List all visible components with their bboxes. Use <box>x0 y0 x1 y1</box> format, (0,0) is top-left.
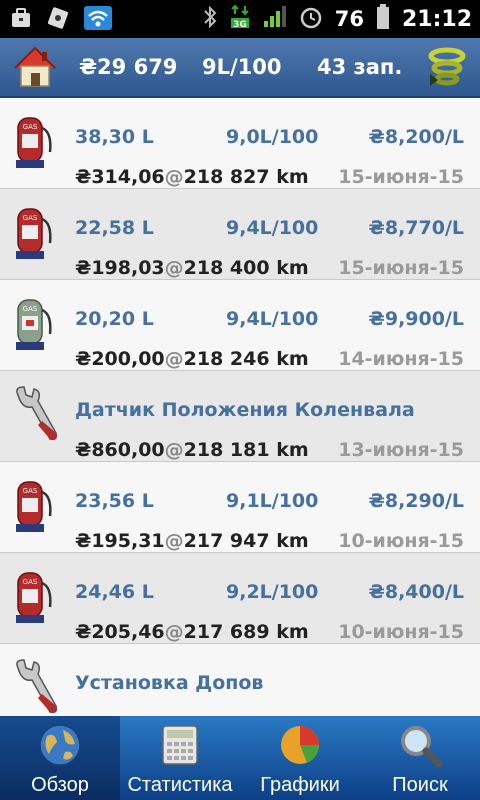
entry-odometer: 218 400 km <box>183 257 309 279</box>
clock: 21:12 <box>401 6 472 32</box>
entry-odometer: 218 246 km <box>183 348 309 370</box>
home-icon[interactable] <box>12 44 58 94</box>
entry-date: 10-июня-15 <box>338 530 464 552</box>
entry-cost: ₴314,06 <box>75 166 165 188</box>
entry-odometer: 218 181 km <box>183 439 309 461</box>
globe-icon <box>37 722 83 772</box>
entry-cost: ₴198,03 <box>75 257 165 279</box>
at-sign: @ <box>164 257 184 279</box>
fuel-consumption: 9,1L/100 <box>226 490 319 512</box>
entry-cost: ₴860,00 <box>75 439 165 461</box>
tab-statistics[interactable]: Статистика <box>120 716 240 800</box>
entry-cost-odometer: ₴205,46@217 689 km <box>75 621 309 643</box>
fuel-consumption: 9,0L/100 <box>226 126 319 148</box>
entry-date: 14-июня-15 <box>338 348 464 370</box>
fuel-entry[interactable]: GAS 23,56 L 9,1L/100 ₴8,290/L ₴195,31@21… <box>0 462 480 553</box>
at-sign: @ <box>164 439 184 461</box>
alarm-icon <box>299 5 323 33</box>
fuel-entry[interactable]: GAS 22,58 L 9,4L/100 ₴8,770/L ₴198,03@21… <box>0 189 480 280</box>
tab-label: Графики <box>260 774 340 796</box>
entry-cost: ₴195,31 <box>75 530 165 552</box>
entry-date: 15-июня-15 <box>338 166 464 188</box>
entry-odometer: 218 827 km <box>183 166 309 188</box>
fuel-price: ₴8,400/L <box>368 581 464 603</box>
entry-cost-odometer: ₴198,03@218 400 km <box>75 257 309 279</box>
fuel-entry[interactable]: GAS 20,20 L 9,4L/100 ₴9,900/L ₴200,00@21… <box>0 280 480 371</box>
signal-icon <box>263 6 287 32</box>
fuel-price: ₴8,770/L <box>368 217 464 239</box>
entry-odometer: 217 947 km <box>183 530 309 552</box>
fuel-price: ₴8,200/L <box>368 126 464 148</box>
fuel-volume: 22,58 L <box>75 217 154 239</box>
entry-cost-odometer: ₴200,00@218 246 km <box>75 348 309 370</box>
gas-pump-icon: GAS <box>12 476 56 540</box>
entry-cost-odometer: ₴314,06@218 827 km <box>75 166 309 188</box>
fuel-consumption: 9,2L/100 <box>226 581 319 603</box>
svg-text:3G: 3G <box>233 20 247 30</box>
summary-header: ₴29 679 9L/100 43 зап. <box>0 38 480 98</box>
entry-cost-odometer: ₴195,31@217 947 km <box>75 530 309 552</box>
calculator-icon <box>157 722 203 772</box>
network-3g-icon: 3G <box>229 4 251 34</box>
fuel-volume: 20,20 L <box>75 308 154 330</box>
svg-text:GAS: GAS <box>23 123 38 131</box>
svg-text:GAS: GAS <box>23 305 38 313</box>
entry-count: 43 зап. <box>317 55 403 79</box>
gas-pump-icon: GAS <box>12 112 56 176</box>
entry-date: 13-июня-15 <box>338 439 464 461</box>
entry-date: 10-июня-15 <box>338 621 464 643</box>
tab-overview[interactable]: Обзор <box>0 716 120 800</box>
fuel-volume: 24,46 L <box>75 581 154 603</box>
entry-odometer: 217 689 km <box>183 621 309 643</box>
gas-pump-icon: GAS <box>12 203 56 267</box>
at-sign: @ <box>164 348 184 370</box>
at-sign: @ <box>164 530 184 552</box>
magnifier-icon <box>397 722 443 772</box>
battery-icon <box>376 4 390 34</box>
wrench-icon <box>12 385 62 449</box>
svg-text:GAS: GAS <box>23 487 38 495</box>
fuel-volume: 23,56 L <box>75 490 154 512</box>
entry-cost-odometer: ₴860,00@218 181 km <box>75 439 309 461</box>
fuel-price: ₴9,900/L <box>368 308 464 330</box>
fuel-consumption: 9,4L/100 <box>226 217 319 239</box>
entry-date: 15-июня-15 <box>338 257 464 279</box>
fuel-entry[interactable]: GAS 24,46 L 9,2L/100 ₴8,400/L ₴205,46@21… <box>0 553 480 644</box>
total-cost: ₴29 679 <box>79 55 178 79</box>
service-title: Датчик Положения Коленвала <box>75 399 415 421</box>
pie-chart-icon <box>277 722 323 772</box>
tab-search[interactable]: Поиск <box>360 716 480 800</box>
svg-text:GAS: GAS <box>23 578 38 586</box>
briefcase-icon <box>10 7 32 33</box>
tab-charts[interactable]: Графики <box>240 716 360 800</box>
entry-cost: ₴205,46 <box>75 621 165 643</box>
fuel-entry[interactable]: GAS 38,30 L 9,0L/100 ₴8,200/L ₴314,06@21… <box>0 98 480 189</box>
at-sign: @ <box>164 166 184 188</box>
wrench-icon <box>12 658 62 716</box>
bottom-tab-bar: Обзор Статистика Графики Поиск <box>0 716 480 800</box>
sync-icon[interactable] <box>424 44 470 94</box>
bluetooth-icon <box>203 5 217 33</box>
gas-pump-icon: GAS <box>12 567 56 631</box>
entry-cost: ₴200,00 <box>75 348 165 370</box>
tab-label: Поиск <box>392 774 448 796</box>
gas-pump-green-icon: GAS <box>12 294 56 358</box>
service-entry[interactable]: Установка Допов <box>0 644 480 716</box>
card-icon <box>46 6 70 34</box>
fuel-consumption: 9,4L/100 <box>226 308 319 330</box>
wifi-icon <box>84 6 112 34</box>
at-sign: @ <box>164 621 184 643</box>
fuel-price: ₴8,290/L <box>368 490 464 512</box>
tab-label: Статистика <box>127 774 233 796</box>
fuel-volume: 38,30 L <box>75 126 154 148</box>
entries-list[interactable]: GAS 38,30 L 9,0L/100 ₴8,200/L ₴314,06@21… <box>0 98 480 716</box>
tab-label: Обзор <box>31 774 89 796</box>
service-entry[interactable]: Датчик Положения Коленвала ₴860,00@218 1… <box>0 371 480 462</box>
average-consumption: 9L/100 <box>202 55 282 79</box>
status-bar: 3G 76 21:12 <box>0 0 480 38</box>
battery-level: 76 <box>334 7 364 31</box>
service-title: Установка Допов <box>75 672 264 694</box>
svg-text:GAS: GAS <box>23 214 38 222</box>
